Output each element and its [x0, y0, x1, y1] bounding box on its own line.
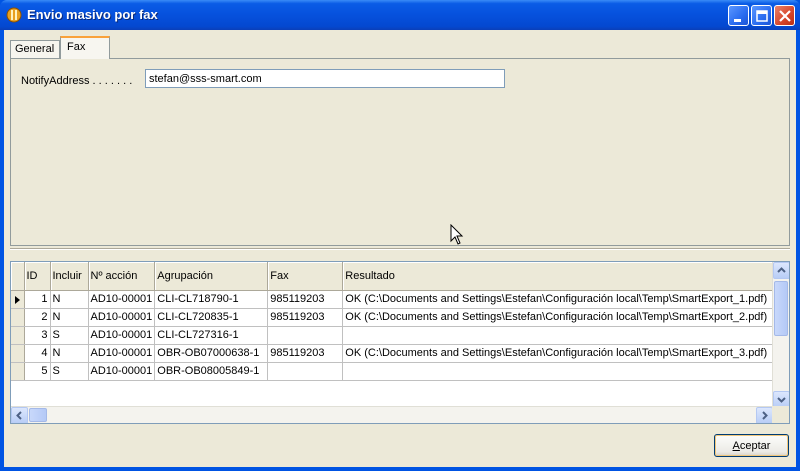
cell-resultado[interactable]: OK (C:\Documents and Settings\Estefan\Co… [342, 308, 778, 327]
table-row[interactable]: 2 N AD10-00001 CLI-CL720835-1 985119203 … [11, 308, 778, 327]
cell-id[interactable]: 1 [24, 290, 51, 309]
divider [10, 248, 790, 250]
column-header-resultado[interactable]: Resultado [342, 262, 778, 291]
scrollbar-corner [772, 406, 789, 423]
vertical-scrollbar[interactable] [772, 262, 789, 408]
maximize-icon [756, 10, 768, 22]
cell-accion[interactable]: AD10-00001 [88, 308, 156, 327]
cell-resultado[interactable] [342, 362, 778, 381]
cell-incluir[interactable]: N [50, 344, 89, 363]
cell-agrupacion[interactable]: CLI-CL727316-1 [154, 326, 269, 345]
table-row[interactable]: 4 N AD10-00001 OBR-OB07000638-1 98511920… [11, 344, 778, 363]
window-title: Envio masivo por fax [27, 7, 158, 22]
minimize-button[interactable] [728, 5, 749, 26]
cell-incluir[interactable]: S [50, 326, 89, 345]
notify-address-label: NotifyAddress . . . . . . . [21, 75, 133, 87]
row-indicator-header [11, 262, 25, 291]
header-row: ID Incluir Nº acción Agrupación Fax Resu… [11, 262, 778, 291]
cell-fax[interactable]: 985119203 [267, 344, 344, 363]
cell-agrupacion[interactable]: OBR-OB07000638-1 [154, 344, 269, 363]
scroll-up-button[interactable] [773, 262, 789, 279]
cell-incluir[interactable]: N [50, 308, 89, 327]
cell-incluir[interactable]: S [50, 362, 89, 381]
row-indicator-icon [15, 295, 20, 304]
fax-tab-panel: NotifyAddress . . . . . . . [10, 58, 790, 246]
row-indicator[interactable] [11, 308, 25, 327]
app-icon [6, 7, 22, 23]
cell-id[interactable]: 2 [24, 308, 51, 327]
cell-resultado[interactable]: OK (C:\Documents and Settings\Estefan\Co… [342, 344, 778, 363]
cell-accion[interactable]: AD10-00001 [88, 344, 156, 363]
close-button[interactable] [774, 5, 795, 26]
notify-address-input[interactable] [145, 69, 505, 88]
cell-resultado[interactable]: OK (C:\Documents and Settings\Estefan\Co… [342, 290, 778, 309]
scroll-right-button[interactable] [756, 407, 773, 423]
row-indicator[interactable] [11, 362, 25, 381]
horizontal-scroll-thumb[interactable] [29, 408, 47, 422]
cell-id[interactable]: 4 [24, 344, 51, 363]
column-header-accion[interactable]: Nº acción [88, 262, 156, 291]
vertical-scroll-thumb[interactable] [774, 281, 788, 336]
cell-accion[interactable]: AD10-00001 [88, 326, 156, 345]
title-bar[interactable]: Envio masivo por fax [0, 0, 800, 30]
results-grid[interactable]: ID Incluir Nº acción Agrupación Fax Resu… [10, 261, 790, 424]
column-header-incluir[interactable]: Incluir [50, 262, 89, 291]
cell-fax[interactable]: 985119203 [267, 290, 344, 309]
row-indicator[interactable] [11, 344, 25, 363]
accept-label: ceptar [739, 439, 771, 452]
column-header-id[interactable]: ID [24, 262, 51, 291]
main-window: Envio masivo por fax General Fax NotifyA… [0, 0, 800, 471]
minimize-icon [734, 19, 741, 22]
tab-general[interactable]: General [10, 40, 60, 58]
chevron-down-icon [777, 397, 786, 403]
results-table: ID Incluir Nº acción Agrupación Fax Resu… [11, 262, 778, 381]
cell-agrupacion[interactable]: OBR-OB08005849-1 [154, 362, 269, 381]
cell-fax[interactable]: 985119203 [267, 308, 344, 327]
cell-agrupacion[interactable]: CLI-CL718790-1 [154, 290, 269, 309]
cell-fax[interactable] [267, 362, 344, 381]
close-icon [779, 10, 791, 22]
table-row[interactable]: 3 S AD10-00001 CLI-CL727316-1 [11, 326, 778, 345]
cell-resultado[interactable] [342, 326, 778, 345]
accept-button[interactable]: Aceptar [714, 434, 789, 457]
row-indicator[interactable] [11, 290, 25, 309]
column-header-agrupacion[interactable]: Agrupación [154, 262, 269, 291]
accept-mnemonic: A [732, 439, 740, 452]
horizontal-scrollbar[interactable] [11, 406, 773, 423]
row-indicator[interactable] [11, 326, 25, 345]
chevron-left-icon [16, 411, 22, 420]
tab-fax[interactable]: Fax [60, 36, 110, 59]
cell-fax[interactable] [267, 326, 344, 345]
cell-accion[interactable]: AD10-00001 [88, 290, 156, 309]
chevron-up-icon [777, 267, 786, 273]
table-row[interactable]: 1 N AD10-00001 CLI-CL718790-1 985119203 … [11, 290, 778, 309]
scroll-left-button[interactable] [11, 407, 28, 423]
cell-id[interactable]: 3 [24, 326, 51, 345]
cell-accion[interactable]: AD10-00001 [88, 362, 156, 381]
cell-id[interactable]: 5 [24, 362, 51, 381]
maximize-button[interactable] [751, 5, 772, 26]
column-header-fax[interactable]: Fax [267, 262, 344, 291]
mouse-pointer-icon [450, 223, 464, 249]
cell-incluir[interactable]: N [50, 290, 89, 309]
chevron-right-icon [762, 411, 768, 420]
table-row[interactable]: 5 S AD10-00001 OBR-OB08005849-1 [11, 362, 778, 381]
cell-agrupacion[interactable]: CLI-CL720835-1 [154, 308, 269, 327]
window-client: General Fax NotifyAddress . . . . . . . … [4, 30, 796, 467]
